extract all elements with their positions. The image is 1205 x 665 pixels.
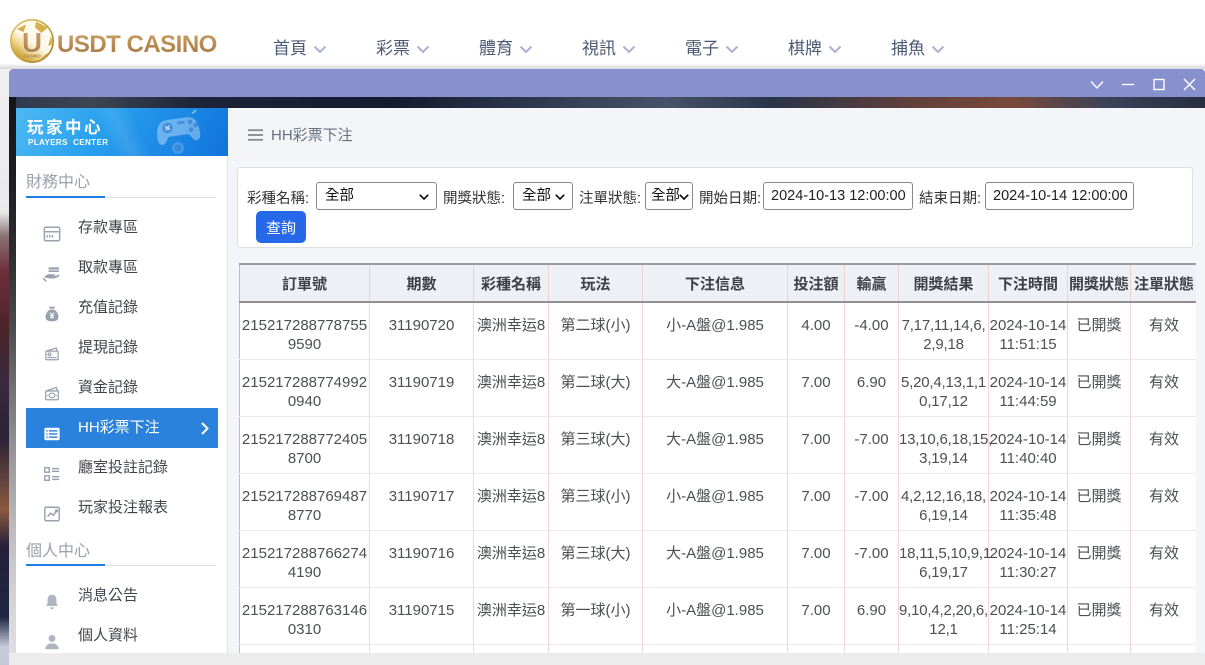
svg-text:CASINO: CASINO <box>23 54 41 59</box>
